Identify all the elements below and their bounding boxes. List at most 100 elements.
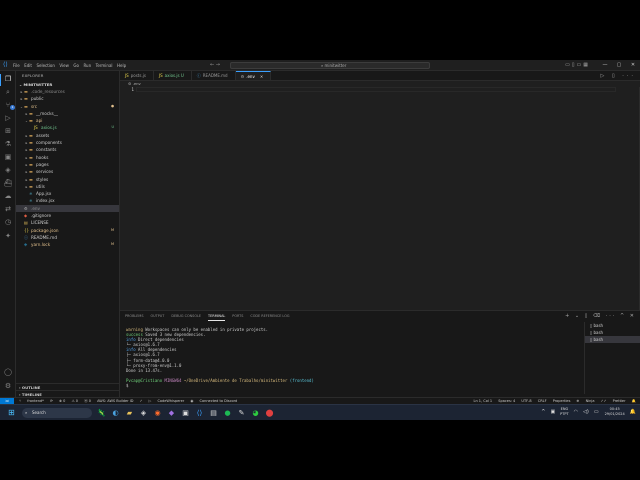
terminal-output[interactable]: warning Workspaces can only be enabled i… xyxy=(126,327,576,388)
app-icon[interactable]: ◆ xyxy=(166,408,177,418)
ninja-status[interactable]: ⊕ Ninja xyxy=(577,399,595,403)
close-icon[interactable]: ✕ xyxy=(626,60,640,71)
aws-status[interactable]: AWS: AWS Builder ID xyxy=(97,399,133,403)
eol[interactable]: CRLF xyxy=(538,399,547,403)
chrome-icon[interactable]: ◕ xyxy=(250,408,261,418)
tree-item[interactable]: ▸ ▬ styles xyxy=(16,176,119,183)
tray-app-icon[interactable]: ▣ xyxy=(550,409,555,415)
search-icon[interactable]: ⌕ xyxy=(3,87,13,97)
panel-tab-ports[interactable]: PORTS xyxy=(232,311,243,321)
menu-item-selection[interactable]: Selection xyxy=(36,63,54,68)
tree-item[interactable]: ▸ ▬ constants xyxy=(16,146,119,153)
remote-explorer-icon[interactable]: ▣ xyxy=(3,152,13,162)
tree-item[interactable]: ▸ ▬ public xyxy=(16,95,119,102)
spotify-icon[interactable]: ● xyxy=(222,408,233,418)
explorer-icon[interactable]: ❐ xyxy=(3,74,13,84)
volume-icon[interactable]: ◁) xyxy=(583,409,589,415)
settings-gear-icon[interactable]: ⚙ xyxy=(3,381,13,391)
aws-icon[interactable]: ☁ xyxy=(3,191,13,201)
panel-tab-terminal[interactable]: TERMINAL xyxy=(208,311,226,321)
nav-arrows[interactable]: ← → xyxy=(210,62,220,68)
terminal-instance[interactable]: ▯ bash xyxy=(585,322,640,329)
notification-bell-icon[interactable]: 🔔 xyxy=(630,409,636,415)
tree-item[interactable]: ▸ ▬ pages xyxy=(16,161,119,168)
ports-count[interactable]: ⓦ 0 xyxy=(84,399,91,403)
terminal-taskbar-icon[interactable]: ▤ xyxy=(208,408,219,418)
menu-item-file[interactable]: File xyxy=(13,63,20,68)
encoding[interactable]: UTF-8 xyxy=(521,399,531,403)
panel-tab-output[interactable]: OUTPUT xyxy=(151,311,165,321)
edge-icon[interactable]: ◐ xyxy=(110,408,121,418)
chevron-up-icon[interactable]: ^ xyxy=(541,409,545,415)
project-root[interactable]: ⌄ MINITWITTER xyxy=(16,81,119,88)
prettier-status[interactable]: ✓✓ Prettier xyxy=(601,399,626,403)
vscode-taskbar-icon[interactable]: ⟨⟩ xyxy=(194,408,205,418)
command-center-search[interactable]: ⌕ minitwitter xyxy=(230,62,430,69)
timeline-icon[interactable]: ◷ xyxy=(3,217,13,227)
sync-icon[interactable]: ⟳ xyxy=(50,399,53,403)
docker-icon[interactable]: ⛴ xyxy=(3,178,13,188)
tree-item[interactable]: ▸ ▬ components xyxy=(16,139,119,146)
wifi-icon[interactable]: ◠ xyxy=(574,409,578,415)
close-icon[interactable]: ✕ xyxy=(260,74,263,79)
app-icon[interactable]: ✎ xyxy=(236,408,247,418)
extensions-icon[interactable]: ⊞ xyxy=(3,126,13,136)
menu-item-run[interactable]: Run xyxy=(83,63,91,68)
tree-item[interactable]: ▤ LICENSE xyxy=(16,219,119,226)
tab-README-md[interactable]: ⓘ README.md xyxy=(192,71,236,80)
tree-item[interactable]: ⎈ yarn.lock M xyxy=(16,241,119,248)
app-icon[interactable]: ⬤ xyxy=(264,408,275,418)
notifications-icon[interactable]: 🔔 xyxy=(632,399,636,403)
language-mode[interactable]: Properties xyxy=(553,399,571,403)
codewhisperer-status[interactable]: ▷ CodeWhisperer xyxy=(149,399,185,403)
tree-item[interactable]: ▸ ▬ hooks xyxy=(16,154,119,161)
tree-item[interactable]: ⚛ index.jsx xyxy=(16,197,119,204)
testing-icon[interactable]: ⚗ xyxy=(3,139,13,149)
tab-axios-js[interactable]: JS axios.js U xyxy=(154,71,192,80)
windows-start-icon[interactable]: ⊞ xyxy=(8,409,16,417)
tree-item[interactable]: ⌄▬ api xyxy=(16,117,119,124)
app-icon[interactable]: ▣ xyxy=(180,408,191,418)
error-count[interactable]: ⊗ 0 xyxy=(59,399,65,403)
warning-count[interactable]: ⚠ 0 xyxy=(71,399,77,403)
menu-item-terminal[interactable]: Terminal xyxy=(96,63,113,68)
battery-icon[interactable]: ▭ xyxy=(594,409,599,415)
layout-icons[interactable]: ▭▯▭▦ xyxy=(565,62,590,68)
language-indicator[interactable]: ENG PTPT xyxy=(560,407,569,417)
git-graph-icon[interactable]: ◈ xyxy=(3,165,13,175)
tree-item[interactable]: ▸ ▬ services xyxy=(16,168,119,175)
tree-item[interactable]: {} package.json M xyxy=(16,227,119,234)
terminal-instance[interactable]: ▯ bash xyxy=(585,329,640,336)
tree-item[interactable]: ⓘ README.md xyxy=(16,234,119,241)
section-outline[interactable]: › OUTLINE xyxy=(16,383,120,390)
editor-actions[interactable]: ▷ ▯ ··· xyxy=(600,73,636,79)
panel-tab-debug-console[interactable]: DEBUG CONSOLE xyxy=(171,311,201,321)
menu-item-go[interactable]: Go xyxy=(73,63,79,68)
file-explorer-icon[interactable]: ▰ xyxy=(124,408,135,418)
run-debug-icon[interactable]: ▷ xyxy=(3,113,13,123)
maximize-icon[interactable]: ▢ xyxy=(612,60,626,71)
cursor-position[interactable]: Ln 1, Col 1 xyxy=(474,399,493,403)
terminal-instance[interactable]: ▯ bash xyxy=(585,336,640,343)
minimize-icon[interactable]: — xyxy=(598,60,612,71)
account-icon[interactable]: ◯ xyxy=(3,367,13,377)
menu-item-help[interactable]: Help xyxy=(117,63,126,68)
discord-status[interactable]: ◉ Connected to Discord xyxy=(190,399,237,403)
tree-item[interactable]: ▸ ▬ utils xyxy=(16,183,119,190)
tab-env[interactable]: ⚙ .env ✕ xyxy=(235,71,272,80)
indentation[interactable]: Spaces: 4 xyxy=(498,399,515,403)
taskbar-search[interactable]: ⌕ Search xyxy=(22,408,92,418)
tab-posts-js[interactable]: JS posts.js xyxy=(120,71,154,80)
tree-item[interactable]: ⌄▬ src ● xyxy=(16,103,119,110)
tree-item[interactable]: ▸ ▬ assets xyxy=(16,132,119,139)
menu-item-edit[interactable]: Edit xyxy=(24,63,32,68)
tree-item[interactable]: ▸ ▬ .code_resources xyxy=(16,88,119,95)
tree-item[interactable]: ⚙ .env xyxy=(16,204,119,213)
panel-actions[interactable]: + ⌄ ▯ ⌫ ··· ^ ✕ xyxy=(565,313,636,319)
tree-item[interactable]: ▸ ▬ __mocks__ xyxy=(16,110,119,117)
clock[interactable]: 00:45 29/01/2024 xyxy=(605,407,625,417)
tree-item[interactable]: ⚛ App.jsx xyxy=(16,190,119,197)
prettier-check[interactable]: ✓ xyxy=(140,399,143,403)
panel-tab-code-reference-log[interactable]: CODE REFERENCE LOG xyxy=(250,311,289,321)
menu-item-view[interactable]: View xyxy=(59,63,69,68)
